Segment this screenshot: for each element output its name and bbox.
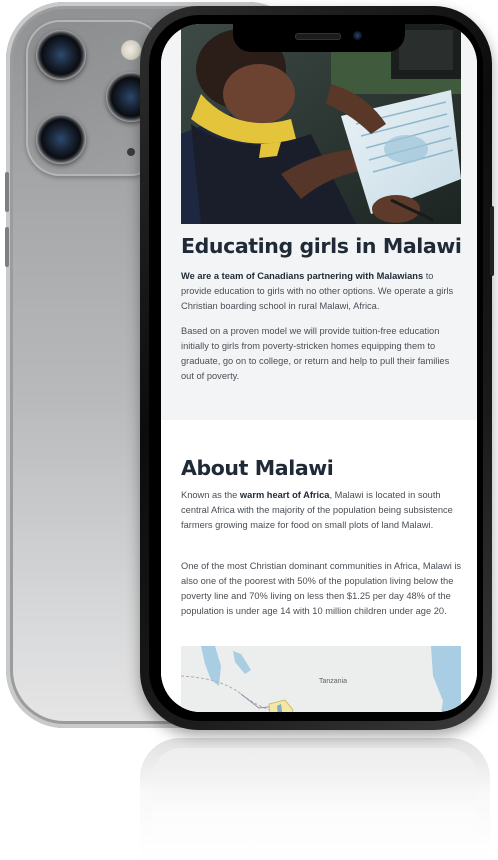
about-paragraph-1-start: Known as the bbox=[181, 490, 240, 500]
side-button bbox=[5, 172, 9, 212]
phone-reflection-inner bbox=[152, 748, 478, 860]
about-title: About Malawi bbox=[181, 456, 334, 480]
camera-lens-icon bbox=[36, 30, 86, 80]
phone-mockup-stage: Educating girls in Malawi We are a team … bbox=[0, 0, 498, 860]
about-paragraph-1-bold: warm heart of Africa bbox=[239, 490, 330, 500]
side-button bbox=[5, 227, 9, 267]
microphone-icon bbox=[127, 148, 135, 156]
speaker-grille bbox=[295, 33, 341, 40]
phone-front: Educating girls in Malawi We are a team … bbox=[140, 6, 494, 730]
phone-reflection bbox=[140, 738, 490, 860]
phone-screen[interactable]: Educating girls in Malawi We are a team … bbox=[161, 24, 477, 712]
hero-photo bbox=[181, 24, 461, 224]
education-paragraph-2: Based on a proven model we will provide … bbox=[181, 326, 450, 381]
education-paragraph-1-bold: We are a team of Canadians partnering wi… bbox=[181, 271, 424, 281]
students-reading-image bbox=[181, 24, 461, 224]
about-paragraph-1: Known as the warm heart of Africa, Malaw… bbox=[181, 488, 463, 533]
phone-notch bbox=[233, 24, 405, 52]
map-label-tanzania: Tanzania bbox=[319, 678, 348, 685]
front-camera-icon bbox=[353, 31, 362, 40]
about-paragraph-2: One of the most Christian dominant commu… bbox=[181, 561, 462, 616]
malawi-map[interactable]: Tanzania bbox=[181, 646, 461, 712]
education-paragraph-1: We are a team of Canadians partnering wi… bbox=[181, 269, 463, 314]
education-title: Educating girls in Malawi bbox=[181, 234, 462, 258]
camera-lens-icon bbox=[36, 114, 86, 164]
power-button bbox=[490, 206, 494, 276]
flash-icon bbox=[121, 40, 141, 60]
education-section: Educating girls in Malawi We are a team … bbox=[161, 24, 477, 420]
